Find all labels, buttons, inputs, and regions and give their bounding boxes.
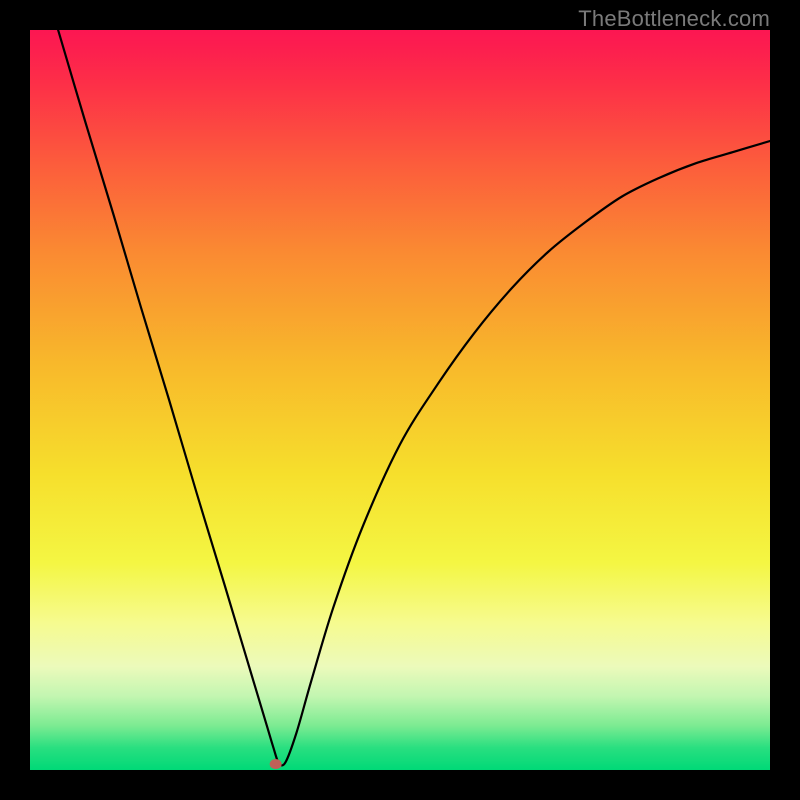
chart-background	[30, 30, 770, 770]
chart-plot-area	[30, 30, 770, 770]
watermark-text: TheBottleneck.com	[578, 6, 770, 32]
chart-svg	[30, 30, 770, 770]
optimal-marker	[270, 759, 282, 769]
